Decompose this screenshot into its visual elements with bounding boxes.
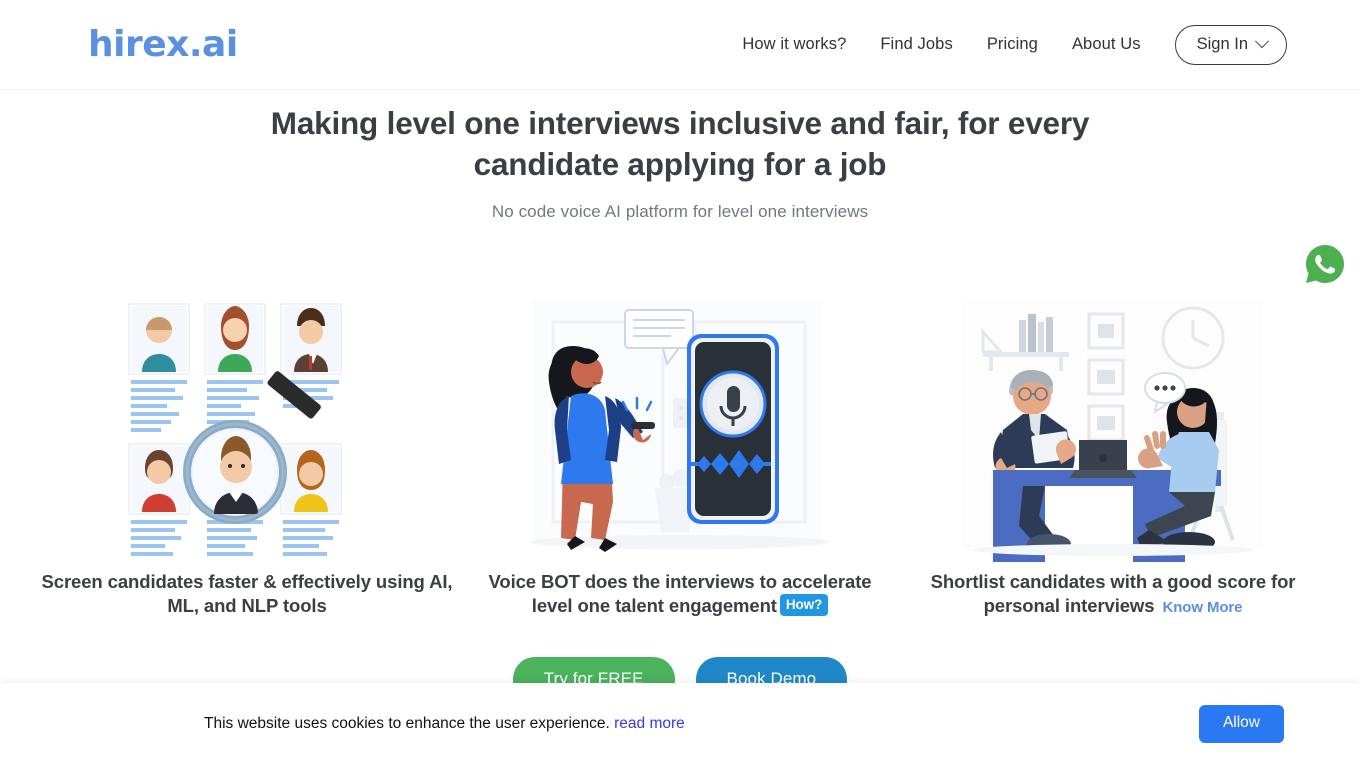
sign-in-button[interactable]: Sign In: [1174, 24, 1287, 65]
nav-how-it-works[interactable]: How it works?: [725, 27, 863, 62]
site-logo[interactable]: hirex.ai: [88, 26, 238, 63]
nav-pricing[interactable]: Pricing: [970, 27, 1055, 62]
feature-row: Screen candidates faster & effectively u…: [0, 262, 1360, 617]
cookie-read-more-link[interactable]: read more: [614, 715, 685, 732]
cookie-allow-button[interactable]: Allow: [1198, 704, 1284, 743]
how-badge[interactable]: How?: [779, 593, 829, 616]
sign-in-label: Sign In: [1196, 34, 1248, 53]
feature-card-screening: Screen candidates faster & effectively u…: [31, 262, 464, 617]
landing-page: hirex.ai How it works? Find Jobs Pricing…: [0, 0, 1360, 764]
feature-card-voice-bot: Voice BOT does the interviews to acceler…: [464, 262, 897, 617]
site-header: hirex.ai How it works? Find Jobs Pricing…: [0, 0, 1360, 90]
main-navigation: How it works? Find Jobs Pricing About Us…: [725, 24, 1287, 65]
cookie-message: This website uses cookies to enhance the…: [204, 715, 685, 733]
cookie-message-text: This website uses cookies to enhance the…: [204, 714, 610, 732]
page-subtitle: No code voice AI platform for level one …: [491, 202, 869, 222]
chevron-down-icon: [1254, 34, 1270, 49]
personal-interview-illustration: [897, 262, 1330, 562]
candidate-resume-screening-illustration: [31, 262, 464, 562]
whatsapp-icon: [1304, 243, 1346, 285]
know-more-link[interactable]: Know More: [1162, 599, 1242, 616]
nav-find-jobs[interactable]: Find Jobs: [863, 27, 969, 62]
feature-caption-shortlist: Shortlist candidates with a good score f…: [897, 570, 1330, 617]
voice-bot-phone-illustration: [464, 262, 897, 562]
page-title: Making level one interviews inclusive an…: [270, 105, 1090, 182]
whatsapp-chat-button[interactable]: [1299, 238, 1351, 290]
feature-card-shortlist: Shortlist candidates with a good score f…: [897, 262, 1330, 617]
cookie-banner: This website uses cookies to enhance the…: [0, 683, 1360, 764]
nav-about-us[interactable]: About Us: [1055, 27, 1158, 62]
feature-caption-screening: Screen candidates faster & effectively u…: [41, 571, 453, 616]
feature-caption-voice-bot: Voice BOT does the interviews to acceler…: [464, 570, 897, 617]
hero-section: Making level one interviews inclusive an…: [0, 90, 1360, 222]
